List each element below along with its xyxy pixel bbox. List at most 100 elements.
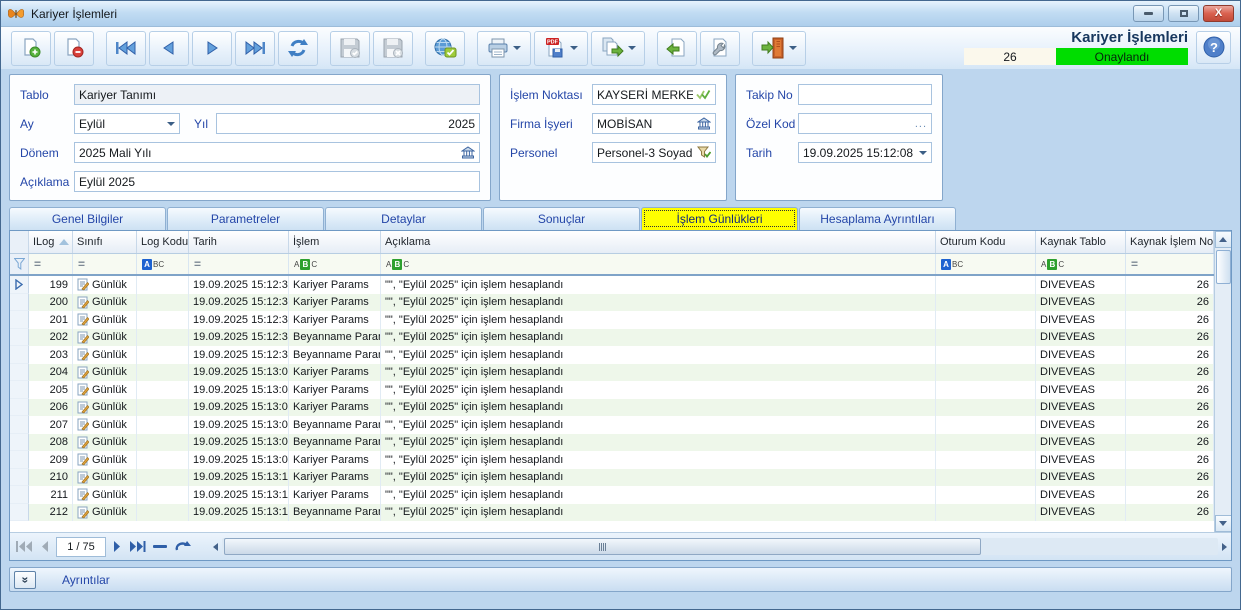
cell-oturum_kodu[interactable] <box>936 486 1036 504</box>
print-button[interactable] <box>477 31 531 66</box>
tab-1[interactable]: Genel Bilgiler <box>9 207 166 230</box>
cell-ilog[interactable]: 200 <box>29 294 73 312</box>
row-selector-cell[interactable] <box>10 416 29 434</box>
cell-kaynak_islem_no[interactable]: 26 <box>1126 311 1214 329</box>
table-row[interactable]: 200Günlük19.09.2025 15:12:39Kariyer Para… <box>10 294 1214 312</box>
cell-ilog[interactable]: 212 <box>29 504 73 522</box>
yil-field[interactable] <box>216 113 480 134</box>
table-row[interactable]: 205Günlük19.09.2025 15:13:07Kariyer Para… <box>10 381 1214 399</box>
table-row[interactable]: 204Günlük19.09.2025 15:13:05Kariyer Para… <box>10 364 1214 382</box>
row-selector-cell[interactable] <box>10 486 29 504</box>
table-row[interactable]: 207Günlük19.09.2025 15:13:07Beyanname Pa… <box>10 416 1214 434</box>
table-row[interactable]: 203Günlük19.09.2025 15:12:39Beyanname Pa… <box>10 346 1214 364</box>
cell-kaynak_tablo[interactable]: DIVEVEAS <box>1036 416 1126 434</box>
first-record-button[interactable] <box>106 31 146 66</box>
cell-ilog[interactable]: 204 <box>29 364 73 382</box>
cell-oturum_kodu[interactable] <box>936 434 1036 452</box>
cell-tarih[interactable]: 19.09.2025 15:13:11 <box>189 469 289 487</box>
table-row[interactable]: 210Günlük19.09.2025 15:13:11Kariyer Para… <box>10 469 1214 487</box>
cell-islem[interactable]: Kariyer Params <box>289 311 381 329</box>
web-approve-button[interactable] <box>425 31 465 66</box>
tab-3[interactable]: Detaylar <box>325 207 482 230</box>
cell-kaynak_islem_no[interactable]: 26 <box>1126 486 1214 504</box>
cell-aciklama[interactable]: "", "Eylül 2025" için işlem hesaplandı <box>381 399 936 417</box>
save-button[interactable] <box>330 31 370 66</box>
column-header-log_kodu[interactable]: Log Kodu <box>137 231 189 253</box>
cell-islem[interactable]: Kariyer Params <box>289 451 381 469</box>
cell-islem[interactable]: Kariyer Params <box>289 294 381 312</box>
cell-log_kodu[interactable] <box>137 416 189 434</box>
cell-sinifi[interactable]: Günlük <box>73 486 137 504</box>
table-row[interactable]: 202Günlük19.09.2025 15:12:39Beyanname Pa… <box>10 329 1214 347</box>
cell-islem[interactable]: Kariyer Params <box>289 399 381 417</box>
row-selector-cell[interactable] <box>10 381 29 399</box>
donem-field[interactable] <box>74 142 480 163</box>
row-selector-cell[interactable] <box>10 504 29 522</box>
cell-oturum_kodu[interactable] <box>936 311 1036 329</box>
row-selector-cell[interactable] <box>10 294 29 312</box>
islem-noktasi-input[interactable] <box>597 88 693 102</box>
cell-islem[interactable]: Kariyer Params <box>289 486 381 504</box>
cell-ilog[interactable]: 208 <box>29 434 73 452</box>
cell-oturum_kodu[interactable] <box>936 416 1036 434</box>
pdf-export-button[interactable]: PDF <box>534 31 588 66</box>
column-header-ilog[interactable]: ILog <box>29 231 73 253</box>
cell-aciklama[interactable]: "", "Eylül 2025" için işlem hesaplandı <box>381 416 936 434</box>
previous-record-button[interactable] <box>149 31 189 66</box>
column-header-aciklama[interactable]: Açıklama <box>381 231 936 253</box>
bank-lookup-icon[interactable] <box>697 117 711 130</box>
cell-kaynak_tablo[interactable]: DIVEVEAS <box>1036 381 1126 399</box>
copy-export-button[interactable] <box>591 31 645 66</box>
filter-check-icon[interactable] <box>697 146 711 159</box>
column-header-kaynak_islem_no[interactable]: Kaynak İşlem No <box>1126 231 1214 253</box>
cell-kaynak_tablo[interactable]: DIVEVEAS <box>1036 329 1126 347</box>
cell-ilog[interactable]: 201 <box>29 311 73 329</box>
takip-no-input[interactable] <box>803 88 927 102</box>
cell-kaynak_islem_no[interactable]: 26 <box>1126 329 1214 347</box>
filter-cell-islem[interactable]: ABC <box>289 254 381 274</box>
cell-tarih[interactable]: 19.09.2025 15:13:11 <box>189 486 289 504</box>
cell-tarih[interactable]: 19.09.2025 15:13:07 <box>189 399 289 417</box>
cell-tarih[interactable]: 19.09.2025 15:13:07 <box>189 381 289 399</box>
close-button[interactable]: X <box>1203 5 1234 22</box>
table-row[interactable]: 211Günlük 19.09.2025 15:13:11Kariyer Para… <box>10 486 1214 504</box>
cell-kaynak_tablo[interactable]: DIVEVEAS <box>1036 294 1126 312</box>
save-close-button[interactable] <box>373 31 413 66</box>
cell-ilog[interactable]: 202 <box>29 329 73 347</box>
cell-kaynak_tablo[interactable]: DIVEVEAS <box>1036 504 1126 522</box>
cell-kaynak_islem_no[interactable]: 26 <box>1126 276 1214 294</box>
cell-oturum_kodu[interactable] <box>936 294 1036 312</box>
cell-sinifi[interactable]: Günlük <box>73 276 137 294</box>
vertical-scrollbar[interactable] <box>1214 231 1231 532</box>
cell-kaynak_tablo[interactable]: DIVEVEAS <box>1036 364 1126 382</box>
expand-details-button[interactable]: » <box>14 571 36 589</box>
aciklama-field[interactable] <box>74 171 480 192</box>
row-selector-cell[interactable] <box>10 399 29 417</box>
cell-ilog[interactable]: 211 <box>29 486 73 504</box>
table-row[interactable]: 212Günlük19.09.2025 15:13:11Beyanname Pa… <box>10 504 1214 522</box>
nav-refresh-button[interactable] <box>174 540 191 554</box>
vertical-scroll-thumb[interactable] <box>1216 250 1231 284</box>
nav-first-button[interactable] <box>16 540 34 553</box>
nav-last-button[interactable] <box>128 540 146 553</box>
cell-kaynak_islem_no[interactable]: 26 <box>1126 451 1214 469</box>
cell-aciklama[interactable]: "", "Eylül 2025" için işlem hesaplandı <box>381 451 936 469</box>
hscroll-left-button[interactable] <box>213 543 218 551</box>
cell-aciklama[interactable]: "", "Eylül 2025" için işlem hesaplandı <box>381 276 936 294</box>
cell-oturum_kodu[interactable] <box>936 504 1036 522</box>
cell-log_kodu[interactable] <box>137 346 189 364</box>
cell-oturum_kodu[interactable] <box>936 329 1036 347</box>
cell-islem[interactable]: Beyanname Parametre <box>289 329 381 347</box>
cell-sinifi[interactable]: Günlük <box>73 329 137 347</box>
cell-kaynak_islem_no[interactable]: 26 <box>1126 434 1214 452</box>
nav-next-button[interactable] <box>112 540 122 553</box>
cell-islem[interactable]: Beyanname Parametre <box>289 416 381 434</box>
tarih-input[interactable] <box>803 146 916 160</box>
cell-islem[interactable]: Kariyer Params <box>289 469 381 487</box>
personel-input[interactable] <box>597 146 694 160</box>
cell-tarih[interactable]: 19.09.2025 15:13:09 <box>189 451 289 469</box>
cell-tarih[interactable]: 19.09.2025 15:13:11 <box>189 504 289 522</box>
tab-2[interactable]: Parametreler <box>167 207 324 230</box>
cell-oturum_kodu[interactable] <box>936 451 1036 469</box>
last-record-button[interactable] <box>235 31 275 66</box>
